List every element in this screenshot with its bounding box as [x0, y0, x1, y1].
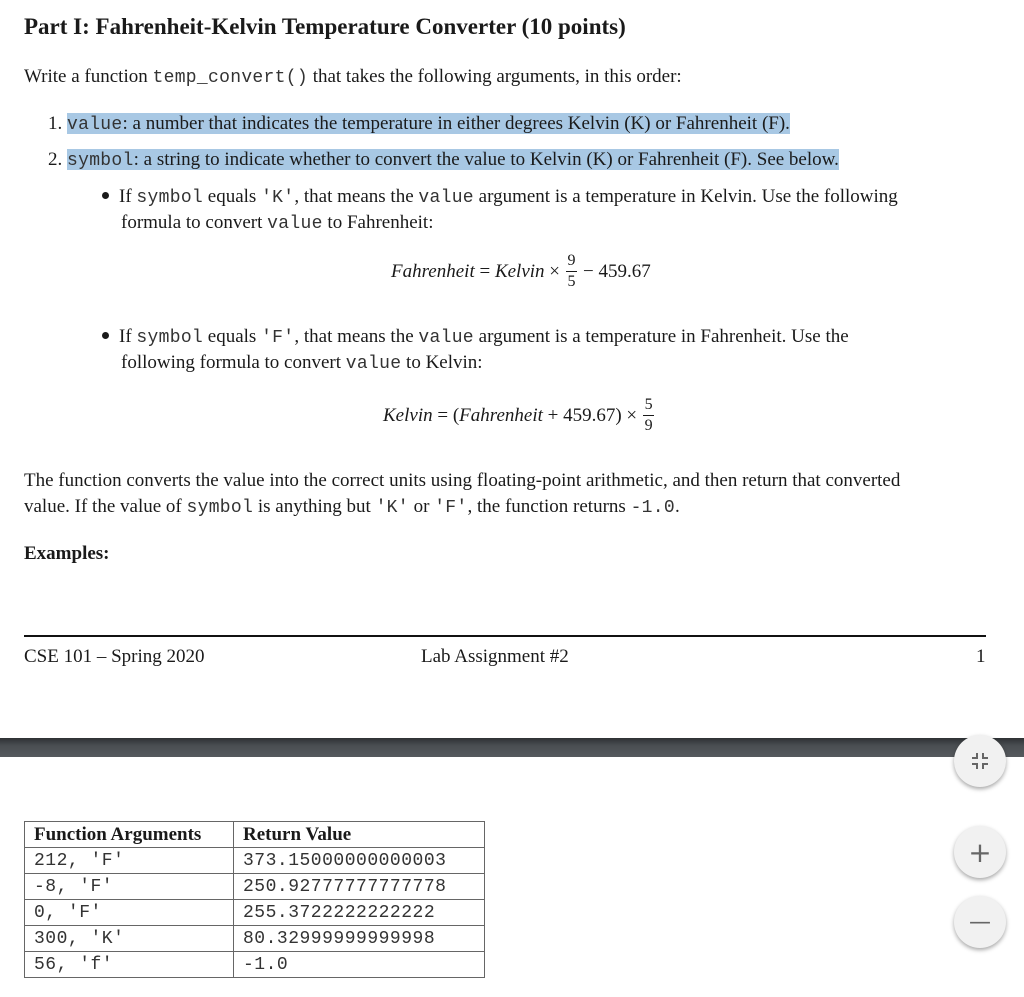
args-cell: 212, 'F' [24, 847, 234, 874]
formula-fahrenheit-to-kelvin: Kelvin = (Fahrenheit + 459.67) × 59 [383, 396, 655, 434]
examples-heading: Examples: [24, 543, 110, 564]
table-row: -8, 'F' 250.92777777777778 [24, 873, 485, 900]
bullet-fahrenheit: If symbol equals 'F', that means the val… [102, 326, 849, 348]
footer-assignment: Lab Assignment #2 [421, 646, 569, 667]
fraction: 95 [566, 252, 578, 290]
table-row: 300, 'K' 80.32999999999998 [24, 925, 485, 952]
fit-to-page-button[interactable] [954, 735, 1006, 787]
description-line1: The function converts the value into the… [24, 470, 901, 491]
column-header: Return Value [233, 821, 485, 848]
table-row: 0, 'F' 255.3722222222222 [24, 899, 485, 926]
table-header-row: Function Arguments Return Value [24, 821, 485, 848]
examples-table: Function Arguments Return Value 212, 'F'… [24, 821, 485, 978]
arg-item-symbol: 2. symbol: a string to indicate whether … [48, 149, 839, 171]
column-header: Function Arguments [24, 821, 234, 848]
args-cell: 300, 'K' [24, 925, 234, 952]
page-separator [0, 738, 1024, 757]
args-cell: 56, 'f' [24, 951, 234, 978]
return-cell: 255.3722222222222 [233, 899, 485, 926]
fit-to-page-icon [972, 753, 988, 769]
fraction: 59 [643, 396, 655, 434]
bullet-kelvin-line2: formula to convert value to Fahrenheit: [121, 212, 434, 234]
return-cell: -1.0 [233, 951, 485, 978]
footer-rule [24, 635, 986, 637]
plus-icon: + [968, 835, 992, 869]
return-cell: 250.92777777777778 [233, 873, 485, 900]
zoom-in-button[interactable]: + [954, 826, 1006, 878]
return-cell: 80.32999999999998 [233, 925, 485, 952]
footer-course: CSE 101 – Spring 2020 [24, 646, 205, 667]
bullet-fahrenheit-line2: following formula to convert value to Ke… [121, 352, 483, 374]
bullet-kelvin: If symbol equals 'K', that means the val… [102, 186, 898, 208]
args-cell: 0, 'F' [24, 899, 234, 926]
minus-icon: — [969, 909, 991, 935]
arg-code: value [67, 115, 123, 135]
zoom-out-button[interactable]: — [954, 896, 1006, 948]
function-name-code: temp_convert() [152, 68, 308, 88]
bullet-icon [102, 332, 109, 340]
section-title: Part I: Fahrenheit-Kelvin Temperature Co… [24, 14, 626, 39]
arg-item-value: 1. value: a number that indicates the te… [48, 113, 790, 135]
arg-code: symbol [67, 151, 134, 171]
table-row: 212, 'F' 373.15000000000003 [24, 847, 485, 874]
description-line2: value. If the value of symbol is anythin… [24, 496, 680, 518]
args-cell: -8, 'F' [24, 873, 234, 900]
table-row: 56, 'f' -1.0 [24, 951, 485, 978]
intro-paragraph: Write a function temp_convert() that tak… [24, 66, 682, 88]
formula-kelvin-to-fahrenheit: Fahrenheit = Kelvin × 95 − 459.67 [391, 252, 651, 290]
page-number: 1 [976, 646, 986, 667]
bullet-icon [102, 192, 109, 200]
return-cell: 373.15000000000003 [233, 847, 485, 874]
